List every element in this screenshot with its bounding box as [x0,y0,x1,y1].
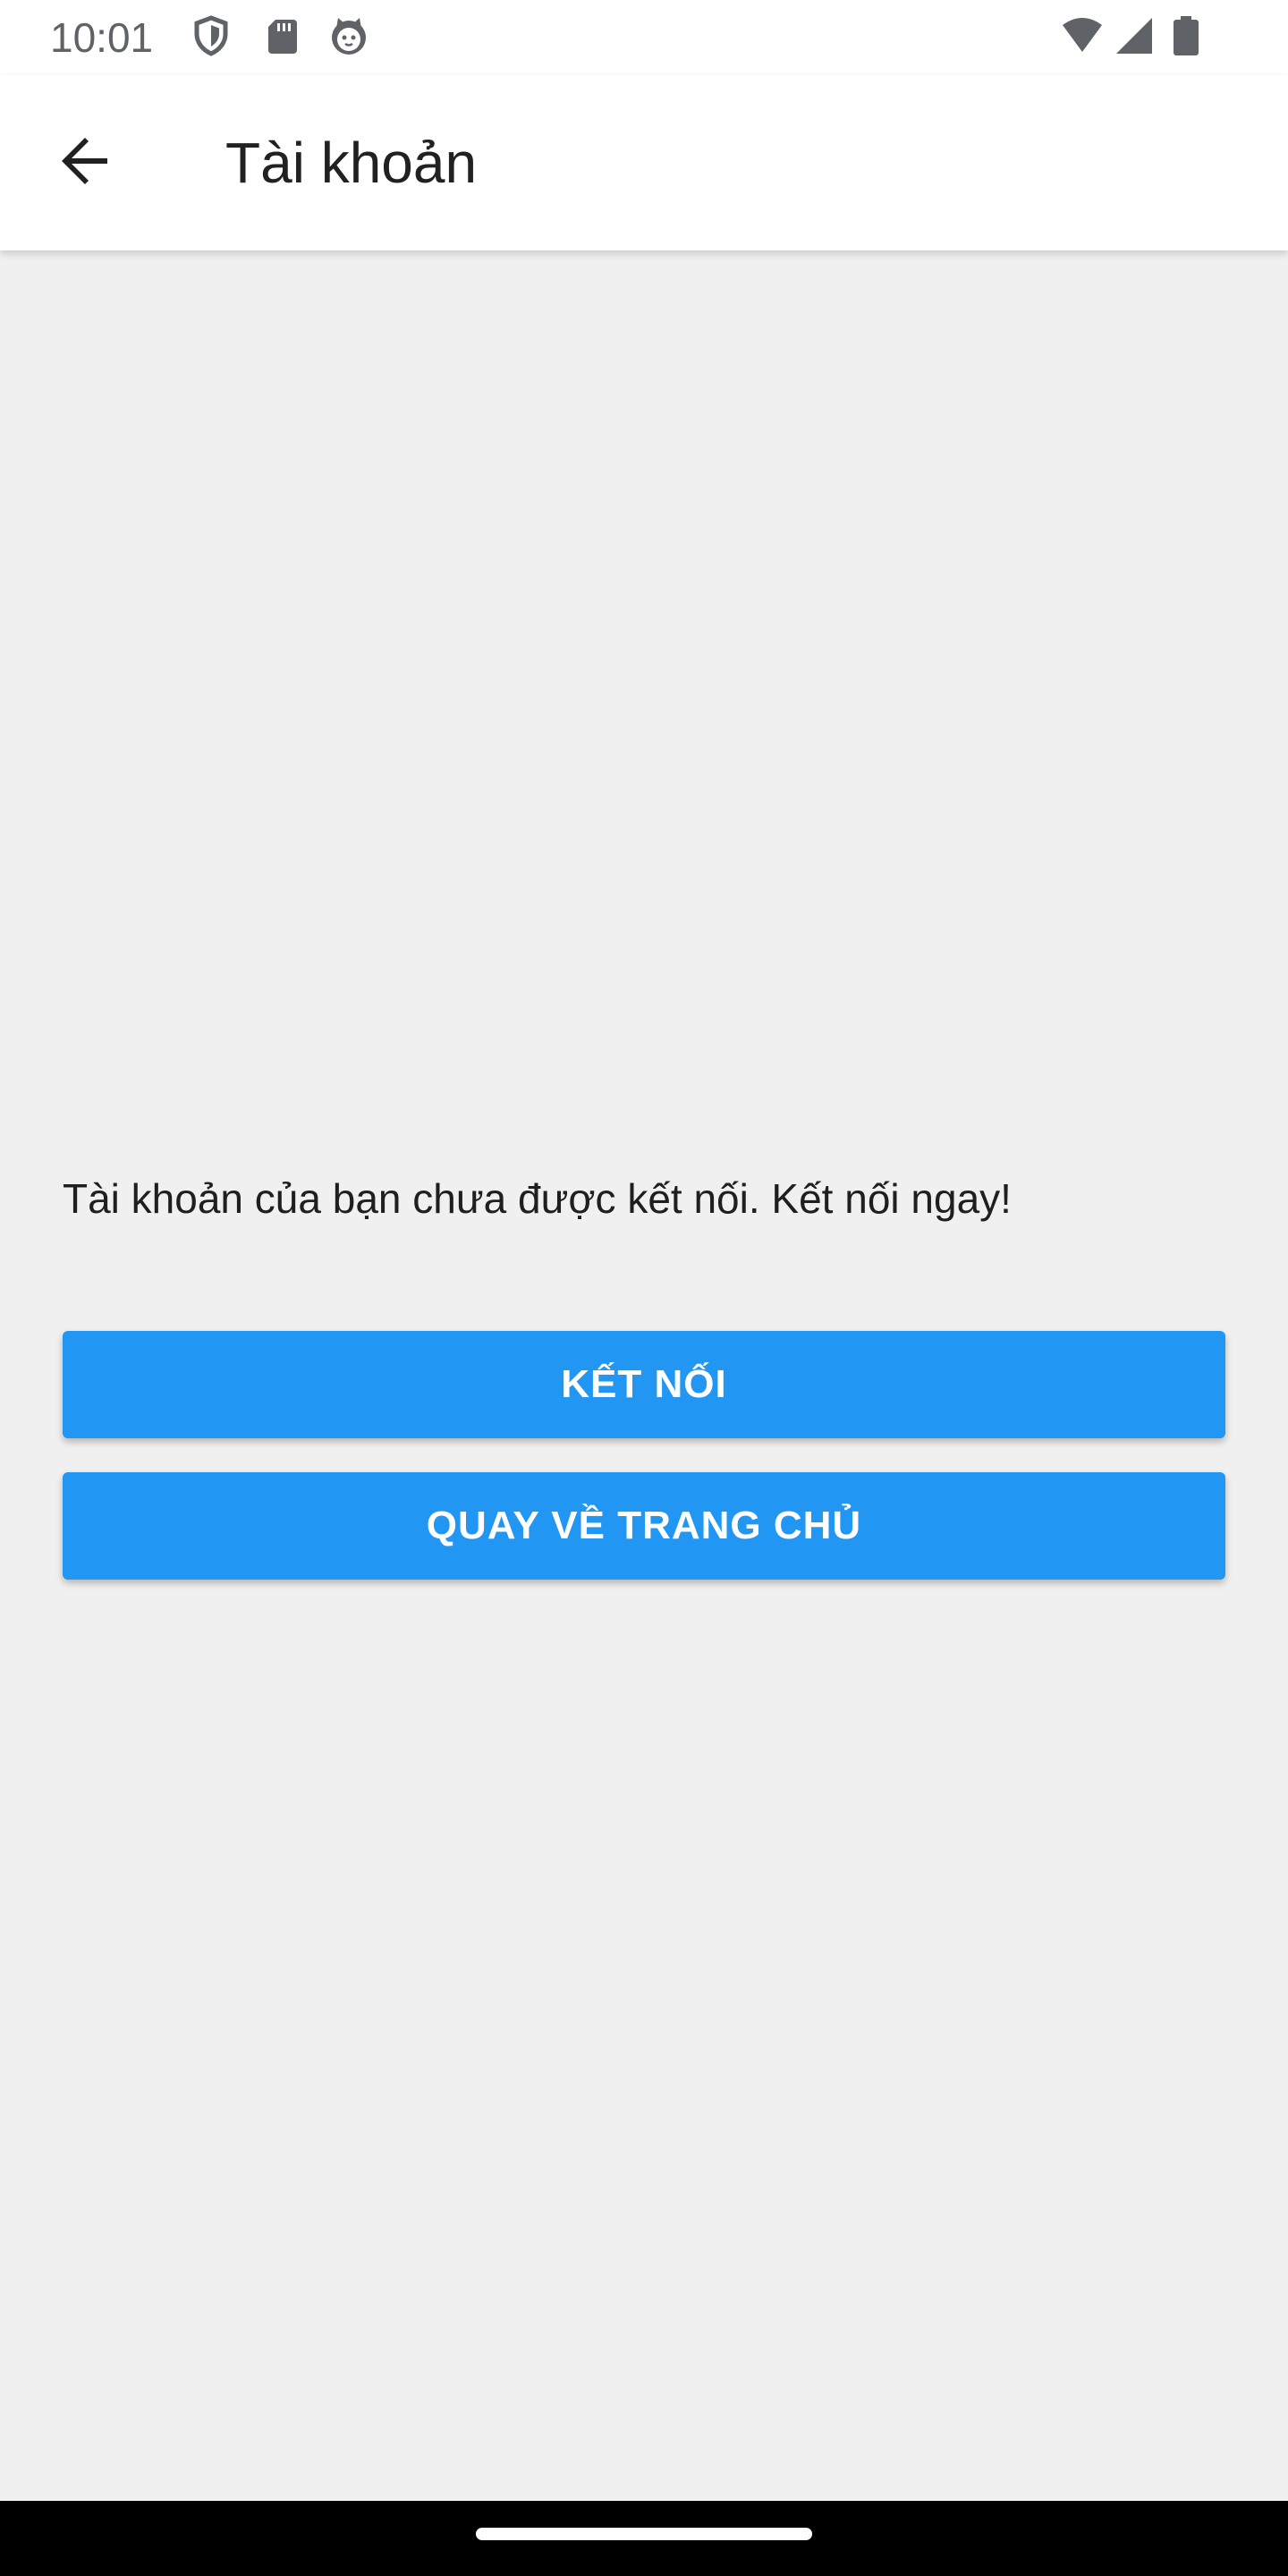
page-title: Tài khoản [225,131,478,195]
shield-icon [190,14,233,57]
app-bar: Tài khoản [0,75,1288,250]
sd-card-icon [261,14,304,57]
cat-face-icon [327,14,370,57]
cellular-signal-icon [1113,14,1156,57]
connect-button[interactable]: KẾT NỐI [63,1331,1225,1438]
connect-button-label: KẾT NỐI [561,1362,727,1406]
not-connected-message: Tài khoản của bạn chưa được kết nối. Kết… [63,1175,1012,1222]
main-content: Tài khoản của bạn chưa được kết nối. Kết… [0,250,1288,2501]
back-to-home-button-label: QUAY VỀ TRANG CHỦ [426,1504,862,1547]
back-button[interactable] [43,120,129,206]
home-gesture-handle[interactable] [476,2528,812,2540]
wifi-icon [1061,14,1104,57]
status-time: 10:01 [50,14,154,61]
arrow-left-icon [57,132,114,194]
battery-icon [1168,14,1204,57]
system-navigation-bar [0,2501,1288,2576]
back-to-home-button[interactable]: QUAY VỀ TRANG CHỦ [63,1472,1225,1580]
status-bar: 10:01 [0,0,1288,75]
